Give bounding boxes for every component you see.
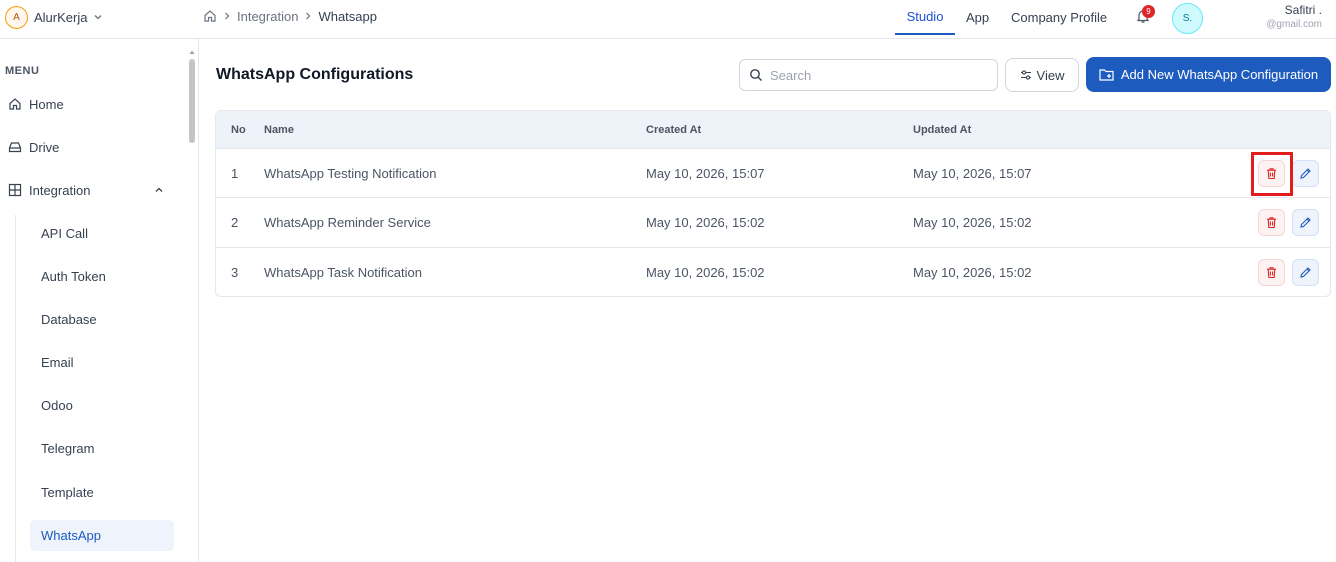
edit-button[interactable]: [1292, 160, 1319, 187]
sidebar-item-home[interactable]: Home: [8, 94, 64, 114]
view-button[interactable]: View: [1005, 58, 1079, 92]
sidebar-subitem-auth-token[interactable]: Auth Token: [30, 261, 174, 292]
workspace-switcher[interactable]: A AlurKerja: [5, 5, 103, 29]
table-header: No Name Created At Updated At: [216, 111, 1330, 148]
delete-button[interactable]: [1258, 209, 1285, 236]
sidebar-item-label: Drive: [29, 139, 60, 155]
search-input[interactable]: [770, 67, 990, 83]
scroll-up-arrow-icon[interactable]: [189, 49, 195, 55]
tab-app[interactable]: App: [966, 0, 989, 35]
column-header-updated-at[interactable]: Updated At: [913, 111, 971, 148]
submenu-rail: [15, 215, 16, 562]
view-button-label: View: [1036, 67, 1065, 83]
sidebar-subitem-whatsapp[interactable]: WhatsApp: [30, 520, 174, 551]
folder-plus-icon: [1099, 69, 1114, 81]
cell-created-at: May 10, 2026, 15:07: [646, 166, 765, 181]
edit-button[interactable]: [1292, 209, 1319, 236]
menu-label: MENU: [5, 65, 40, 77]
sliders-icon: [1020, 70, 1031, 80]
add-whatsapp-configuration-button[interactable]: Add New WhatsApp Configuration: [1086, 57, 1331, 92]
sidebar-item-label: Integration: [29, 182, 91, 198]
sidebar-scrollbar[interactable]: [189, 49, 195, 147]
sidebar-item-drive[interactable]: Drive: [8, 137, 59, 157]
cell-no: 1: [231, 166, 239, 181]
add-button-label: Add New WhatsApp Configuration: [1120, 67, 1319, 82]
grid-icon: [8, 183, 22, 197]
table-row: 1 WhatsApp Testing Notification May 10, …: [216, 148, 1330, 198]
pencil-icon: [1300, 168, 1311, 179]
workspace-avatar: A: [5, 5, 28, 29]
column-header-name[interactable]: Name: [264, 111, 294, 148]
scrollbar-thumb[interactable]: [189, 59, 195, 143]
home-icon: [9, 98, 21, 110]
cell-created-at: May 10, 2026, 15:02: [646, 265, 765, 280]
user-name: Safitri .: [1284, 3, 1322, 17]
pencil-icon: [1300, 217, 1311, 228]
sidebar-subitem-email[interactable]: Email: [30, 347, 174, 378]
top-bar: A AlurKerja Integration Whatsapp Studio …: [0, 0, 1336, 39]
drive-icon: [8, 142, 22, 153]
column-header-no: No: [231, 123, 246, 136]
sidebar: MENU Home Drive Integration API Call Aut…: [0, 39, 199, 562]
breadcrumb: Integration Whatsapp: [203, 8, 377, 24]
chevron-up-icon: [155, 187, 163, 192]
sidebar-subitem-template[interactable]: Template: [30, 477, 174, 508]
configurations-table: No Name Created At Updated At 1 WhatsApp…: [215, 110, 1331, 297]
cell-name: WhatsApp Reminder Service: [264, 215, 431, 230]
tab-studio[interactable]: Studio: [895, 0, 955, 35]
delete-button[interactable]: [1258, 259, 1285, 286]
cell-created-at: May 10, 2026, 15:02: [646, 215, 765, 230]
cell-name: WhatsApp Testing Notification: [264, 166, 437, 181]
sidebar-item-integration[interactable]: Integration: [8, 180, 164, 200]
sidebar-subitem-odoo[interactable]: Odoo: [30, 390, 174, 421]
cell-updated-at: May 10, 2026, 15:02: [913, 215, 1032, 230]
sidebar-subitem-telegram[interactable]: Telegram: [30, 433, 174, 464]
cell-updated-at: May 10, 2026, 15:07: [913, 166, 1032, 181]
cell-no: 2: [231, 215, 239, 230]
search-box[interactable]: [739, 59, 998, 91]
sidebar-subitem-api-call[interactable]: API Call: [30, 218, 174, 249]
app-root: A AlurKerja Integration Whatsapp Studio …: [0, 0, 1336, 562]
table-row: 3 WhatsApp Task Notification May 10, 202…: [216, 247, 1330, 296]
sidebar-subitem-database[interactable]: Database: [30, 304, 174, 335]
workspace-name: AlurKerja: [34, 9, 88, 25]
cell-no: 3: [231, 265, 239, 280]
sidebar-item-label: Home: [29, 96, 64, 112]
trash-icon: [1267, 217, 1276, 229]
tab-company-profile[interactable]: Company Profile: [1011, 0, 1107, 35]
user-email: @gmail.com: [1266, 19, 1322, 30]
pencil-icon: [1300, 267, 1311, 278]
cell-updated-at: May 10, 2026, 15:02: [913, 265, 1032, 280]
cell-name: WhatsApp Task Notification: [264, 265, 422, 280]
chevron-right-icon: [225, 12, 230, 20]
breadcrumb-item-integration[interactable]: Integration: [237, 9, 298, 24]
edit-button[interactable]: [1292, 259, 1319, 286]
notification-badge: 9: [1142, 5, 1155, 18]
chevron-right-icon: [306, 12, 311, 20]
table-row: 2 WhatsApp Reminder Service May 10, 2026…: [216, 197, 1330, 247]
trash-icon: [1267, 267, 1276, 279]
user-avatar[interactable]: S.: [1172, 3, 1203, 34]
search-icon: [750, 69, 762, 81]
delete-button-highlight: [1251, 152, 1293, 196]
breadcrumb-item-current: Whatsapp: [318, 8, 377, 24]
home-icon[interactable]: [203, 9, 217, 23]
page-title: WhatsApp Configurations: [216, 66, 414, 83]
column-header-created-at[interactable]: Created At: [646, 111, 701, 148]
chevron-down-icon: [95, 15, 102, 20]
